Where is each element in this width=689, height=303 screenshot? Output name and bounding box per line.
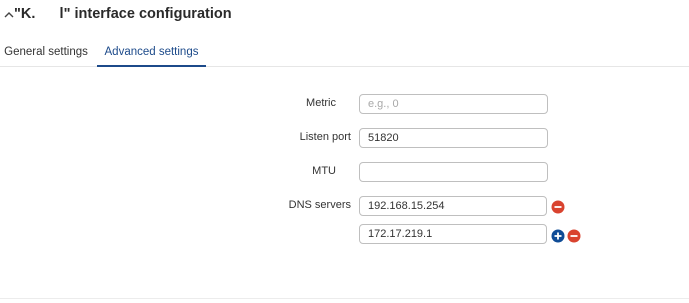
minus-circle-icon[interactable] bbox=[567, 229, 581, 243]
page-title: "K. l" interface configuration bbox=[14, 6, 232, 22]
listen-port-input[interactable] bbox=[359, 128, 548, 148]
tab-bar: General settings Advanced settings bbox=[0, 38, 689, 67]
minus-circle-icon[interactable] bbox=[551, 200, 565, 214]
metric-label: Metric bbox=[306, 97, 336, 109]
interface-config-page: "K. l" interface configuration General s… bbox=[0, 0, 689, 303]
metric-input[interactable] bbox=[359, 94, 548, 114]
mtu-input[interactable] bbox=[359, 162, 548, 182]
tab-advanced-settings[interactable]: Advanced settings bbox=[97, 38, 206, 67]
tab-general-settings[interactable]: General settings bbox=[0, 38, 92, 66]
dns-servers-label: DNS servers bbox=[288, 199, 351, 211]
plus-circle-icon[interactable] bbox=[551, 229, 565, 243]
dns-server-input[interactable] bbox=[359, 224, 547, 244]
section-header: "K. l" interface configuration bbox=[0, 0, 689, 34]
divider bbox=[0, 298, 689, 299]
listen-port-label: Listen port bbox=[299, 131, 351, 143]
mtu-label: MTU bbox=[312, 165, 336, 177]
dns-server-input[interactable] bbox=[359, 196, 547, 216]
